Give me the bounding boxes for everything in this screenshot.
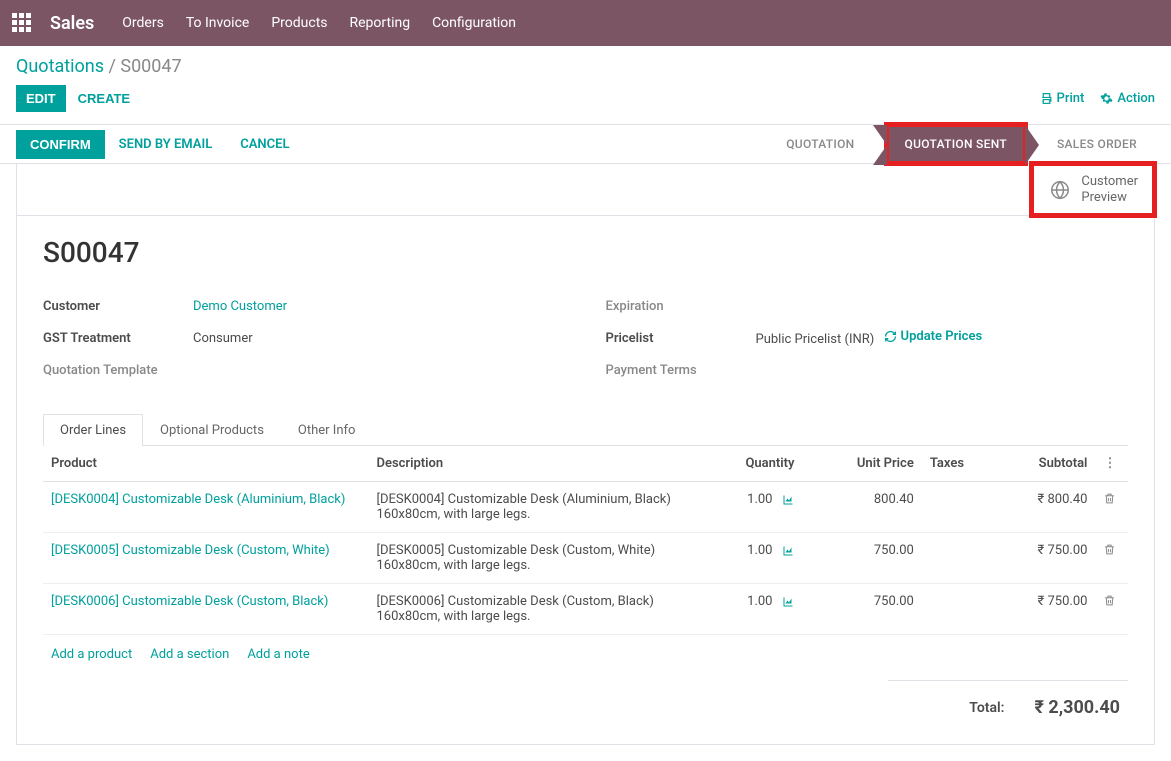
gear-icon	[1100, 92, 1113, 105]
gst-label: GST Treatment	[43, 331, 193, 346]
col-taxes: Taxes	[922, 446, 976, 482]
product-link[interactable]: [DESK0005] Customizable Desk (Custom, Wh…	[51, 543, 330, 558]
delete-line-icon[interactable]	[1103, 492, 1120, 505]
col-unit-price: Unit Price	[803, 446, 922, 482]
col-quantity: Quantity	[694, 446, 803, 482]
forecast-icon[interactable]	[781, 596, 795, 608]
update-prices-button[interactable]: Update Prices	[884, 329, 983, 344]
payment-terms-label: Payment Terms	[606, 363, 756, 378]
table-row[interactable]: [DESK0005] Customizable Desk (Custom, Wh…	[43, 533, 1128, 584]
record-title: S00047	[43, 236, 1128, 269]
add-section-link[interactable]: Add a section	[150, 647, 229, 662]
refresh-icon	[884, 330, 897, 343]
line-unit-price: 800.40	[803, 482, 922, 533]
line-description: [DESK0004] Customizable Desk (Aluminium,…	[369, 482, 695, 533]
col-subtotal: Subtotal	[976, 446, 1095, 482]
line-description: [DESK0006] Customizable Desk (Custom, Bl…	[369, 584, 695, 635]
col-description: Description	[369, 446, 695, 482]
line-qty: 1.00	[747, 492, 772, 507]
add-product-link[interactable]: Add a product	[51, 647, 132, 662]
expiration-label: Expiration	[606, 299, 756, 314]
customer-label: Customer	[43, 299, 193, 314]
status-quotation-sent[interactable]: QUOTATION SENT	[887, 125, 1025, 163]
line-description: [DESK0005] Customizable Desk (Custom, Wh…	[369, 533, 695, 584]
nav-configuration[interactable]: Configuration	[430, 11, 518, 35]
line-taxes	[922, 482, 976, 533]
forecast-icon[interactable]	[781, 494, 795, 506]
status-sales-order[interactable]: SALES ORDER	[1039, 125, 1155, 163]
tab-other-info[interactable]: Other Info	[281, 414, 373, 446]
product-link[interactable]: [DESK0006] Customizable Desk (Custom, Bl…	[51, 594, 328, 609]
nav-products[interactable]: Products	[269, 11, 329, 35]
total-amount: ₹ 2,300.40	[1034, 697, 1120, 718]
pricelist-label: Pricelist	[606, 331, 756, 346]
line-subtotal: ₹ 750.00	[976, 533, 1095, 584]
print-button[interactable]: Print	[1040, 91, 1085, 106]
customer-link[interactable]: Demo Customer	[193, 299, 287, 314]
apps-icon[interactable]	[12, 13, 32, 33]
line-taxes	[922, 584, 976, 635]
print-icon	[1040, 92, 1053, 105]
line-subtotal: ₹ 800.40	[976, 482, 1095, 533]
action-button[interactable]: Action	[1100, 91, 1155, 106]
status-quotation[interactable]: QUOTATION	[768, 125, 872, 163]
total-label: Total:	[969, 700, 1004, 716]
breadcrumb-leaf: S00047	[120, 56, 181, 77]
delete-line-icon[interactable]	[1103, 543, 1120, 556]
forecast-icon[interactable]	[781, 545, 795, 557]
table-row[interactable]: [DESK0004] Customizable Desk (Aluminium,…	[43, 482, 1128, 533]
nav-to-invoice[interactable]: To Invoice	[184, 11, 252, 35]
edit-button[interactable]: EDIT	[16, 85, 66, 112]
line-qty: 1.00	[747, 543, 772, 558]
cancel-button[interactable]: CANCEL	[226, 130, 303, 159]
line-subtotal: ₹ 750.00	[976, 584, 1095, 635]
delete-line-icon[interactable]	[1103, 594, 1120, 607]
customer-preview-button[interactable]: Customer Preview	[1032, 164, 1154, 215]
customer-preview-line1: Customer	[1081, 174, 1138, 189]
confirm-button[interactable]: CONFIRM	[16, 130, 105, 159]
nav-orders[interactable]: Orders	[120, 11, 166, 35]
tab-order-lines[interactable]: Order Lines	[43, 414, 143, 446]
column-options-icon[interactable]: ⋮	[1103, 456, 1116, 471]
breadcrumb-root[interactable]: Quotations	[16, 56, 104, 77]
line-taxes	[922, 533, 976, 584]
line-qty: 1.00	[747, 594, 772, 609]
gst-value: Consumer	[193, 331, 253, 346]
template-label: Quotation Template	[43, 363, 193, 378]
breadcrumb: Quotations / S00047	[16, 56, 1155, 77]
nav-reporting[interactable]: Reporting	[348, 11, 413, 35]
pricelist-value: Public Pricelist (INR)	[756, 332, 875, 347]
app-name[interactable]: Sales	[50, 13, 94, 34]
line-unit-price: 750.00	[803, 533, 922, 584]
product-link[interactable]: [DESK0004] Customizable Desk (Aluminium,…	[51, 492, 345, 507]
create-button[interactable]: CREATE	[66, 85, 142, 112]
tab-optional-products[interactable]: Optional Products	[143, 414, 281, 446]
top-nav: Sales Orders To Invoice Products Reporti…	[0, 0, 1171, 46]
line-unit-price: 750.00	[803, 584, 922, 635]
send-by-email-button[interactable]: SEND BY EMAIL	[105, 130, 227, 159]
col-product: Product	[43, 446, 369, 482]
globe-icon	[1049, 179, 1071, 201]
table-row[interactable]: [DESK0006] Customizable Desk (Custom, Bl…	[43, 584, 1128, 635]
add-note-link[interactable]: Add a note	[247, 647, 309, 662]
customer-preview-line2: Preview	[1081, 190, 1126, 205]
